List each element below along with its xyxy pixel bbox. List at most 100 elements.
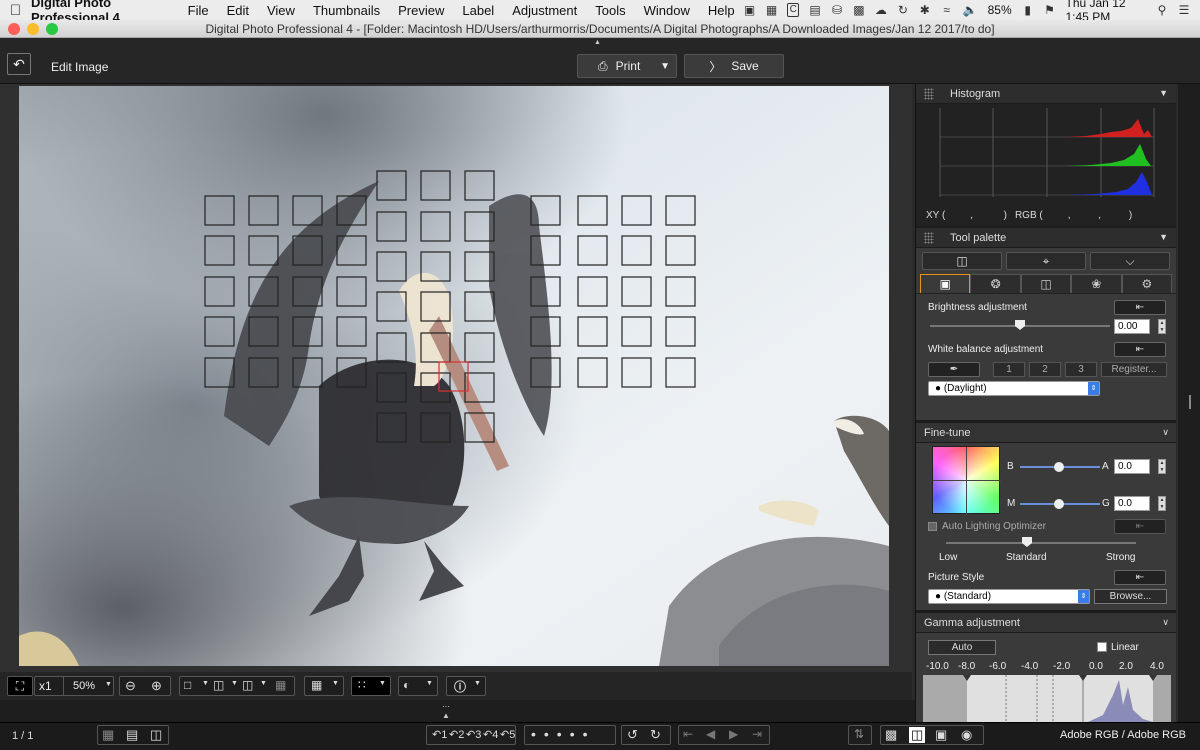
minimize-window-button[interactable] xyxy=(27,23,39,35)
rating-1-button[interactable]: ↶1 xyxy=(432,728,447,741)
zoom-in-icon[interactable]: ⊕ xyxy=(151,678,162,694)
alo-slider-track[interactable] xyxy=(946,542,1136,544)
double-chevron-icon[interactable]: ∨ xyxy=(1162,617,1169,628)
fit-screen-button[interactable]: ⛶ xyxy=(7,676,33,696)
a-value-input[interactable]: 0.0 xyxy=(1114,459,1150,474)
picture-style-select[interactable]: ● (Standard) ⇕ xyxy=(928,589,1090,604)
close-window-button[interactable] xyxy=(8,23,20,35)
menu-tools[interactable]: Tools xyxy=(595,3,625,18)
alo-checkbox[interactable] xyxy=(928,522,937,531)
bluetooth-icon[interactable]: ✱ xyxy=(919,3,931,17)
battery-icon[interactable]: ▮ xyxy=(1022,3,1034,17)
chevron-down-icon[interactable]: ▼ xyxy=(260,680,267,687)
battery-percent[interactable]: 85% xyxy=(988,3,1012,17)
grid-icon[interactable]: ▦ xyxy=(311,678,322,692)
chevron-down-icon[interactable]: ▼ xyxy=(1159,88,1168,98)
rotate-right-icon[interactable]: ↻ xyxy=(650,727,661,743)
gamma-header[interactable]: Gamma adjustment ∨ xyxy=(916,613,1176,633)
edit-panel-icon[interactable]: ◫ xyxy=(909,727,926,743)
alo-reset-button[interactable]: ⇤ xyxy=(1114,519,1166,534)
apple-icon[interactable]:  xyxy=(0,2,31,19)
c-app-icon[interactable]: C xyxy=(787,3,800,17)
cloud-icon[interactable]: ☁ xyxy=(875,3,887,17)
camera-panel-icon[interactable]: ◉ xyxy=(961,727,972,743)
tab-color[interactable]: ❀ xyxy=(1071,274,1122,293)
rating-3-button[interactable]: ↶3 xyxy=(466,728,481,741)
wb-select[interactable]: ● (Daylight) ⇕ xyxy=(928,381,1100,396)
histogram-header[interactable]: Histogram ▼ xyxy=(916,84,1176,104)
picture-style-reset-button[interactable]: ⇤ xyxy=(1114,570,1166,585)
split-v-icon[interactable]: ◫ xyxy=(242,678,253,692)
last-image-icon[interactable]: ⇥ xyxy=(752,727,762,741)
menu-help[interactable]: Help xyxy=(708,3,735,18)
notification-icon[interactable]: ☰ xyxy=(1178,3,1190,17)
search-icon[interactable]: ⚲ xyxy=(1156,3,1168,17)
crop-tool-button[interactable]: ⌖ xyxy=(1006,252,1086,270)
chevron-down-icon[interactable]: ▼ xyxy=(105,681,112,688)
a-stepper[interactable]: ▲ ▼ xyxy=(1158,459,1166,474)
chevron-down-icon[interactable]: ▼ xyxy=(202,680,209,687)
collapse-top-icon[interactable]: ▲ xyxy=(594,39,601,46)
brightness-value-input[interactable]: 0.00 xyxy=(1114,319,1150,334)
brightness-stepper[interactable]: ▲ ▼ xyxy=(1158,319,1166,334)
g-value-input[interactable]: 0.0 xyxy=(1114,496,1150,511)
tab-detail[interactable]: ❂ xyxy=(970,274,1021,293)
g-stepper[interactable]: ▲ ▼ xyxy=(1158,496,1166,511)
tab-tone-curve[interactable]: ◫ xyxy=(1020,274,1072,293)
info-icon[interactable]: ⓘ xyxy=(454,678,466,695)
chevron-down-icon[interactable]: ▼ xyxy=(474,680,481,687)
back-button[interactable]: ↶ xyxy=(7,53,31,75)
menu-window[interactable]: Window xyxy=(644,3,690,18)
grip-icon[interactable] xyxy=(924,231,934,244)
browse-button[interactable]: Browse... xyxy=(1094,589,1167,604)
menu-preview[interactable]: Preview xyxy=(398,3,444,18)
menu-app-icon[interactable]: ▤ xyxy=(809,3,821,17)
chevron-down-icon[interactable]: ▼ xyxy=(379,680,386,687)
zoom-window-button[interactable] xyxy=(46,23,58,35)
transfer-button[interactable]: ⇅ xyxy=(848,725,872,745)
rotate-left-icon[interactable]: ↺ xyxy=(627,727,638,743)
calendar-icon[interactable]: ▦ xyxy=(766,3,778,17)
chevron-down-icon[interactable]: ▼ xyxy=(332,680,339,687)
thumbnail-panel-icon[interactable]: ▩ xyxy=(885,727,897,743)
wifi-icon[interactable]: ≈ xyxy=(941,3,953,17)
display-icon[interactable]: ▣ xyxy=(744,3,756,17)
next-image-icon[interactable]: ▶ xyxy=(729,727,738,741)
gamma-histogram[interactable] xyxy=(923,675,1171,722)
first-image-icon[interactable]: ⇤ xyxy=(683,727,693,741)
print-button[interactable]: ⎙ Print ▼ xyxy=(577,54,677,78)
split-h-icon[interactable]: ◫ xyxy=(213,678,224,692)
tab-basic[interactable]: ▣ xyxy=(920,274,971,293)
stamp-tool-button[interactable]: ⌵ xyxy=(1090,252,1170,270)
save-button[interactable]: 〉 Save xyxy=(684,54,784,78)
compare-grid-icon[interactable]: ▦ xyxy=(275,678,286,692)
color-wheel-grid[interactable] xyxy=(932,446,1001,515)
brightness-slider-thumb[interactable] xyxy=(1015,320,1025,330)
single-view-icon[interactable]: □ xyxy=(184,678,191,692)
side-layout-icon[interactable]: ◫ xyxy=(150,727,162,743)
rating-5-button[interactable]: ↶5 xyxy=(500,728,515,741)
linear-checkbox[interactable] xyxy=(1097,642,1107,652)
panel-scroll-thumb[interactable] xyxy=(1189,395,1191,409)
chevron-down-icon[interactable]: ▼ xyxy=(426,680,433,687)
menu-file[interactable]: File xyxy=(188,3,209,18)
star-dots-icon[interactable]: ••••• xyxy=(531,726,596,742)
compare-tool-button[interactable]: ◫ xyxy=(922,252,1002,270)
menu-adjustment[interactable]: Adjustment xyxy=(512,3,577,18)
filmstrip-layout-icon[interactable]: ▤ xyxy=(126,727,138,743)
wb-register-button[interactable]: Register... xyxy=(1101,362,1167,377)
thumbnail-grid-icon[interactable]: ▦ xyxy=(102,727,114,743)
double-chevron-icon[interactable]: ∨ xyxy=(1162,427,1169,438)
flag-icon[interactable]: ⚑ xyxy=(1044,3,1056,17)
wb-reset-button[interactable]: ⇤ xyxy=(1114,342,1166,357)
wb-eyedropper-button[interactable]: ✒ xyxy=(928,362,980,377)
grip-icon[interactable] xyxy=(924,87,934,100)
brightness-reset-button[interactable]: ⇤ xyxy=(1114,300,1166,315)
zoom-x1-button[interactable]: x1 xyxy=(39,679,52,693)
fine-tune-header[interactable]: Fine-tune ∨ xyxy=(916,423,1176,443)
menu-thumbnails[interactable]: Thumbnails xyxy=(313,3,380,18)
tab-settings[interactable]: ⚙ xyxy=(1121,274,1173,293)
af-points-icon[interactable]: ∷ xyxy=(358,678,366,692)
highlight-warning-icon[interactable]: ◐ xyxy=(403,678,410,692)
menu-edit[interactable]: Edit xyxy=(227,3,249,18)
